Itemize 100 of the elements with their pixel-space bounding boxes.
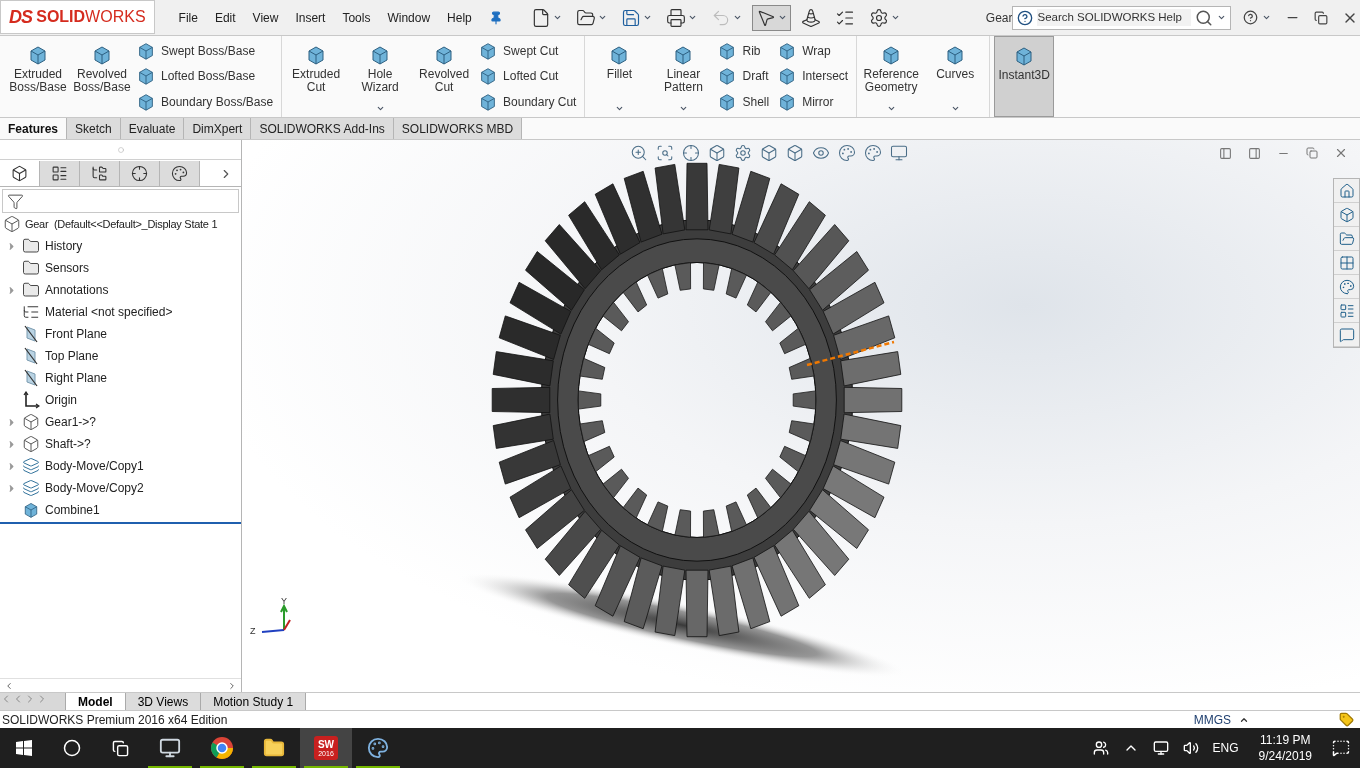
ribbon-tool[interactable]: Draft [717, 66, 774, 87]
command-tab[interactable]: SOLIDWORKS Add-Ins [251, 118, 394, 139]
ribbon-tool[interactable]: Shell [717, 92, 774, 113]
monitor-icon[interactable] [890, 144, 908, 162]
command-tab[interactable]: Evaluate [120, 118, 185, 139]
cube-icon[interactable] [708, 144, 726, 162]
folder-icon [1338, 230, 1355, 247]
ribbon-tool[interactable]: Hole Wizard [350, 36, 411, 117]
ribbon-tool[interactable]: Reference Geometry [861, 36, 922, 117]
ribbon-tool[interactable]: Lofted Cut [478, 66, 581, 87]
help-icon[interactable] [1243, 10, 1259, 25]
notification-icon[interactable] [1332, 739, 1350, 757]
tag-icon[interactable] [1339, 712, 1354, 727]
manager-tab[interactable] [120, 161, 160, 186]
zoom-icon[interactable] [630, 144, 648, 162]
command-tab[interactable]: DimXpert [184, 118, 252, 139]
tree-item[interactable]: Annotations [45, 281, 109, 299]
tree-item[interactable]: Combine1 [45, 501, 100, 519]
ribbon-tool[interactable]: Extruded Boss/Base [8, 36, 68, 117]
menu-item[interactable]: Insert [287, 8, 334, 27]
command-tab[interactable]: Sketch [67, 118, 121, 139]
close-icon[interactable] [1334, 146, 1348, 160]
ribbon-tool[interactable]: Intersect [777, 66, 853, 87]
filter-field[interactable] [2, 189, 239, 213]
bottom-tab[interactable]: Motion Study 1 [201, 693, 307, 710]
tree-item[interactable]: Material <not specified> [45, 303, 173, 321]
scroll-right-icon[interactable] [227, 680, 237, 691]
ribbon-tool[interactable]: Lofted Boss/Base [136, 66, 278, 87]
menu-item[interactable]: Tools [334, 8, 379, 27]
search-field[interactable]: Search SOLIDWORKS Help [1012, 5, 1232, 30]
ribbon-tool[interactable]: Swept Boss/Base [136, 40, 278, 61]
menu-item[interactable]: Help [439, 8, 480, 27]
command-tab[interactable]: SOLIDWORKS MBD [393, 118, 523, 139]
manager-tab[interactable] [160, 161, 200, 186]
cube-icon [11, 165, 28, 182]
ribbon-tool[interactable]: Boundary Boss/Base [136, 92, 278, 113]
zoom-area-icon[interactable] [656, 144, 674, 162]
cube-icon [27, 44, 49, 66]
crosshair-icon [131, 165, 148, 182]
menu-item[interactable]: File [170, 8, 206, 27]
windows-icon [16, 740, 32, 756]
grid-icon [1338, 254, 1355, 271]
settings-icon[interactable] [734, 144, 752, 162]
speaker-icon[interactable] [1182, 740, 1199, 756]
clock[interactable]: 11:19 PM 9/24/2019 [1258, 732, 1312, 764]
people-icon[interactable] [1092, 740, 1109, 756]
restore-icon[interactable] [1314, 10, 1329, 25]
cube-icon [22, 435, 40, 453]
bottom-tab[interactable]: 3D Views [125, 693, 202, 710]
scroll-left-icon[interactable] [4, 680, 14, 691]
menu-item[interactable]: Window [379, 8, 439, 27]
cube-icon [136, 40, 156, 61]
ribbon-tool[interactable]: Fillet [589, 36, 650, 117]
caret-icon [375, 104, 385, 113]
menu-item[interactable]: View [244, 8, 287, 27]
tree-root[interactable]: Gear (Default<<Default>_Display State 1 [25, 215, 218, 233]
layers-icon [22, 457, 40, 475]
ribbon-tool[interactable]: Revolved Cut [414, 36, 475, 117]
list-icon [51, 165, 68, 182]
ribbon-tool[interactable]: Rib [717, 40, 774, 61]
search-icon [1195, 8, 1214, 27]
palette-icon[interactable] [838, 144, 856, 162]
ribbon-tool[interactable]: Linear Pattern [653, 36, 714, 117]
panel-left-icon[interactable] [1219, 146, 1232, 160]
cube-icon[interactable] [786, 144, 804, 162]
palette-icon[interactable] [864, 144, 882, 162]
pin-icon[interactable] [488, 10, 503, 25]
manager-tab[interactable] [80, 161, 120, 186]
eye-icon[interactable] [812, 144, 830, 162]
tree-item[interactable]: Origin [45, 391, 77, 409]
cube-icon[interactable] [760, 144, 778, 162]
browser-icon [210, 736, 234, 760]
axis-label: Z [250, 626, 256, 636]
panel-right-icon[interactable] [1248, 146, 1261, 160]
tree-item[interactable]: Body-Move/Copy2 [45, 479, 144, 497]
manager-tab[interactable] [40, 161, 80, 186]
ribbon-tool[interactable]: Swept Cut [478, 40, 581, 61]
tree-item[interactable]: Sensors [45, 259, 90, 277]
ribbon-tool[interactable]: Revolved Boss/Base [72, 36, 132, 117]
network-icon[interactable] [1152, 740, 1169, 756]
tree-item[interactable]: Gear1->? [45, 413, 97, 431]
ribbon-tool[interactable]: Extruded Cut [286, 36, 347, 117]
tree-item[interactable]: Shaft->? [45, 435, 91, 453]
units-selector[interactable]: MMGS [1193, 710, 1231, 729]
ribbon-tool[interactable]: Boundary Cut [478, 92, 581, 113]
crosshair-icon[interactable] [682, 144, 700, 162]
ribbon-tool[interactable]: Curves [925, 36, 986, 117]
ribbon-tool[interactable]: Mirror [777, 92, 853, 113]
menu-item[interactable]: Edit [206, 8, 244, 27]
ribbon-tool[interactable]: Instant3D [994, 36, 1055, 117]
ribbon-tool[interactable]: Wrap [777, 40, 853, 61]
home-icon [1338, 182, 1355, 199]
tree-item[interactable]: Right Plane [45, 369, 108, 387]
tree-item[interactable]: Top Plane [45, 347, 99, 365]
splitter-handle[interactable] [117, 146, 124, 153]
tree-item[interactable]: Body-Move/Copy1 [45, 457, 144, 475]
tree-item[interactable]: History [45, 237, 83, 255]
toolbar-button[interactable] [751, 4, 791, 31]
tree-item[interactable]: Front Plane [45, 325, 108, 343]
language-indicator[interactable]: ENG [1212, 739, 1239, 757]
